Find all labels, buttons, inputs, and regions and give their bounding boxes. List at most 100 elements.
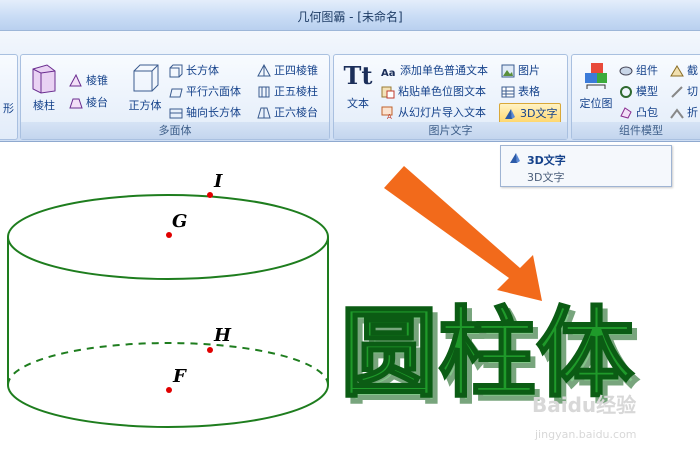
watermark-logo: Baidu经验 (532, 393, 636, 417)
slice-button[interactable]: 切 (670, 82, 698, 101)
paste-bitmap-icon (381, 86, 395, 99)
square-pyramid-button[interactable]: 正四棱锥 (257, 61, 318, 80)
slice-label: 切 (687, 85, 698, 98)
drawing-canvas[interactable]: I G H F 圆柱体 圆柱体 Baidu经验 jingyan.baidu.co… (0, 142, 700, 450)
text-button[interactable]: Tt 文本 (338, 59, 378, 111)
title-bar: 几何图霸 - [未命名] (0, 0, 700, 31)
position-map-label: 定位图 (579, 97, 613, 110)
paste-mono-bitmap-label: 粘贴单色位图文本 (398, 85, 486, 98)
table-button[interactable]: 表格 (501, 82, 540, 101)
add-mono-text-label: 添加单色普通文本 (400, 64, 488, 77)
import-ppt-text-button[interactable]: A 从幻灯片导入文本 (381, 103, 486, 122)
pentagonal-prism-label: 正五棱柱 (274, 85, 318, 98)
canvas-svg: I G H F 圆柱体 圆柱体 Baidu经验 jingyan.baidu.co… (7, 166, 640, 441)
cut-button[interactable]: 截 (670, 61, 698, 80)
model-button[interactable]: 模型 (619, 82, 658, 101)
parallelepiped-icon (169, 88, 183, 98)
point-G[interactable]: G (166, 211, 187, 238)
frustum-button[interactable]: 棱台 (69, 93, 108, 112)
frustum-icon (69, 98, 83, 109)
prism-icon (32, 64, 56, 94)
pentagonal-prism-icon (258, 86, 270, 98)
axial-cuboid-icon (169, 108, 183, 119)
watermark-url: jingyan.baidu.com (534, 428, 637, 441)
parallelepiped-button[interactable]: 平行六面体 (169, 82, 241, 101)
cube-label: 正方体 (128, 99, 162, 112)
position-map-icon (585, 63, 607, 89)
image-icon (501, 64, 515, 78)
svg-text:A: A (387, 113, 392, 120)
partial-left-label: 形 (3, 102, 14, 115)
polyhedron-group-title: 多面体 (21, 122, 329, 139)
cuboid-icon (169, 64, 183, 78)
fold-icon (670, 108, 684, 119)
square-pyramid-icon (257, 64, 271, 77)
point-label-F: F (172, 366, 187, 387)
point-label-I: I (213, 171, 223, 192)
text-3d-icon (505, 109, 515, 119)
slice-icon (671, 86, 683, 98)
image-text-group: Tt 文本 Aa 添加单色普通文本 粘贴单色位图文本 A 从幻灯片导入文本 图片 表… (333, 54, 568, 140)
convex-hull-button[interactable]: 凸包 (619, 103, 658, 122)
hexagonal-frustum-icon (257, 107, 271, 119)
fold-button[interactable]: 折 (670, 103, 698, 122)
component-label: 组件 (636, 64, 658, 77)
fold-label: 折 (687, 106, 698, 119)
import-slide-icon: A (381, 106, 393, 120)
prism-button[interactable]: 棱柱 (27, 61, 61, 113)
cylinder-bottom-back-arc (7, 342, 329, 386)
component-model-group: 定位图 组件 模型 凸包 截 切 折 组件模型 (571, 54, 700, 140)
pentagonal-prism-button[interactable]: 正五棱柱 (257, 82, 318, 101)
convex-hull-label: 凸包 (636, 106, 658, 119)
text-icon: Tt (343, 61, 373, 90)
tooltip-description: 3D文字 (527, 171, 565, 184)
point-label-G: G (172, 211, 187, 232)
add-mono-text-button[interactable]: Aa 添加单色普通文本 (381, 61, 488, 80)
image-text-group-title: 图片文字 (334, 122, 567, 139)
position-map-button[interactable]: 定位图 (576, 59, 616, 111)
cut-icon (670, 65, 684, 77)
component-icon (619, 66, 633, 76)
cube-icon (133, 64, 159, 92)
pyramid-button[interactable]: 棱锥 (69, 71, 108, 90)
ribbon: 形 棱柱 棱锥 棱台 正方体 长方体 平行六面体 轴向长方体 正四棱锥 正五棱柱… (0, 31, 700, 142)
polyhedron-group: 棱柱 棱锥 棱台 正方体 长方体 平行六面体 轴向长方体 正四棱锥 正五棱柱 正… (20, 54, 330, 140)
table-icon (501, 86, 515, 98)
cut-label: 截 (687, 64, 698, 77)
paste-mono-bitmap-button[interactable]: 粘贴单色位图文本 (381, 82, 486, 101)
image-button[interactable]: 图片 (501, 61, 540, 80)
parallelepiped-label: 平行六面体 (186, 85, 241, 98)
model-label: 模型 (636, 85, 658, 98)
window-title: 几何图霸 - [未命名] (297, 10, 403, 24)
point-I[interactable]: I (207, 171, 223, 198)
frustum-label: 棱台 (86, 96, 108, 109)
cube-button[interactable]: 正方体 (125, 61, 165, 113)
import-ppt-text-label: 从幻灯片导入文本 (398, 106, 486, 119)
image-label: 图片 (518, 64, 540, 77)
pyramid-icon (69, 74, 82, 87)
table-label: 表格 (518, 85, 540, 98)
add-mono-text-icon: Aa (381, 68, 396, 79)
partial-group-left: 形 (0, 54, 18, 140)
point-F[interactable]: F (166, 366, 187, 393)
prism-label: 棱柱 (33, 99, 55, 112)
model-icon (620, 86, 632, 98)
tooltip-3d-icon (510, 153, 520, 163)
tooltip-title: 3D文字 (527, 154, 566, 167)
cuboid-label: 长方体 (186, 64, 219, 77)
convex-hull-icon (620, 107, 632, 119)
hexagonal-frustum-label: 正六棱台 (274, 106, 318, 119)
text-3d-tooltip: 3D文字 3D文字 (500, 145, 672, 187)
square-pyramid-label: 正四棱锥 (274, 64, 318, 77)
point-label-H: H (213, 325, 232, 346)
component-group-title: 组件模型 (572, 122, 700, 139)
pyramid-label: 棱锥 (86, 74, 108, 87)
axial-cuboid-button[interactable]: 轴向长方体 (169, 103, 241, 122)
text-3d-button[interactable]: 3D文字 (499, 103, 562, 124)
cuboid-button[interactable]: 长方体 (169, 61, 219, 80)
component-button[interactable]: 组件 (619, 61, 658, 80)
hexagonal-frustum-button[interactable]: 正六棱台 (257, 103, 318, 122)
point-H[interactable]: H (207, 325, 232, 353)
text-3d-label: 3D文字 (520, 107, 558, 120)
text-label: 文本 (347, 97, 369, 110)
